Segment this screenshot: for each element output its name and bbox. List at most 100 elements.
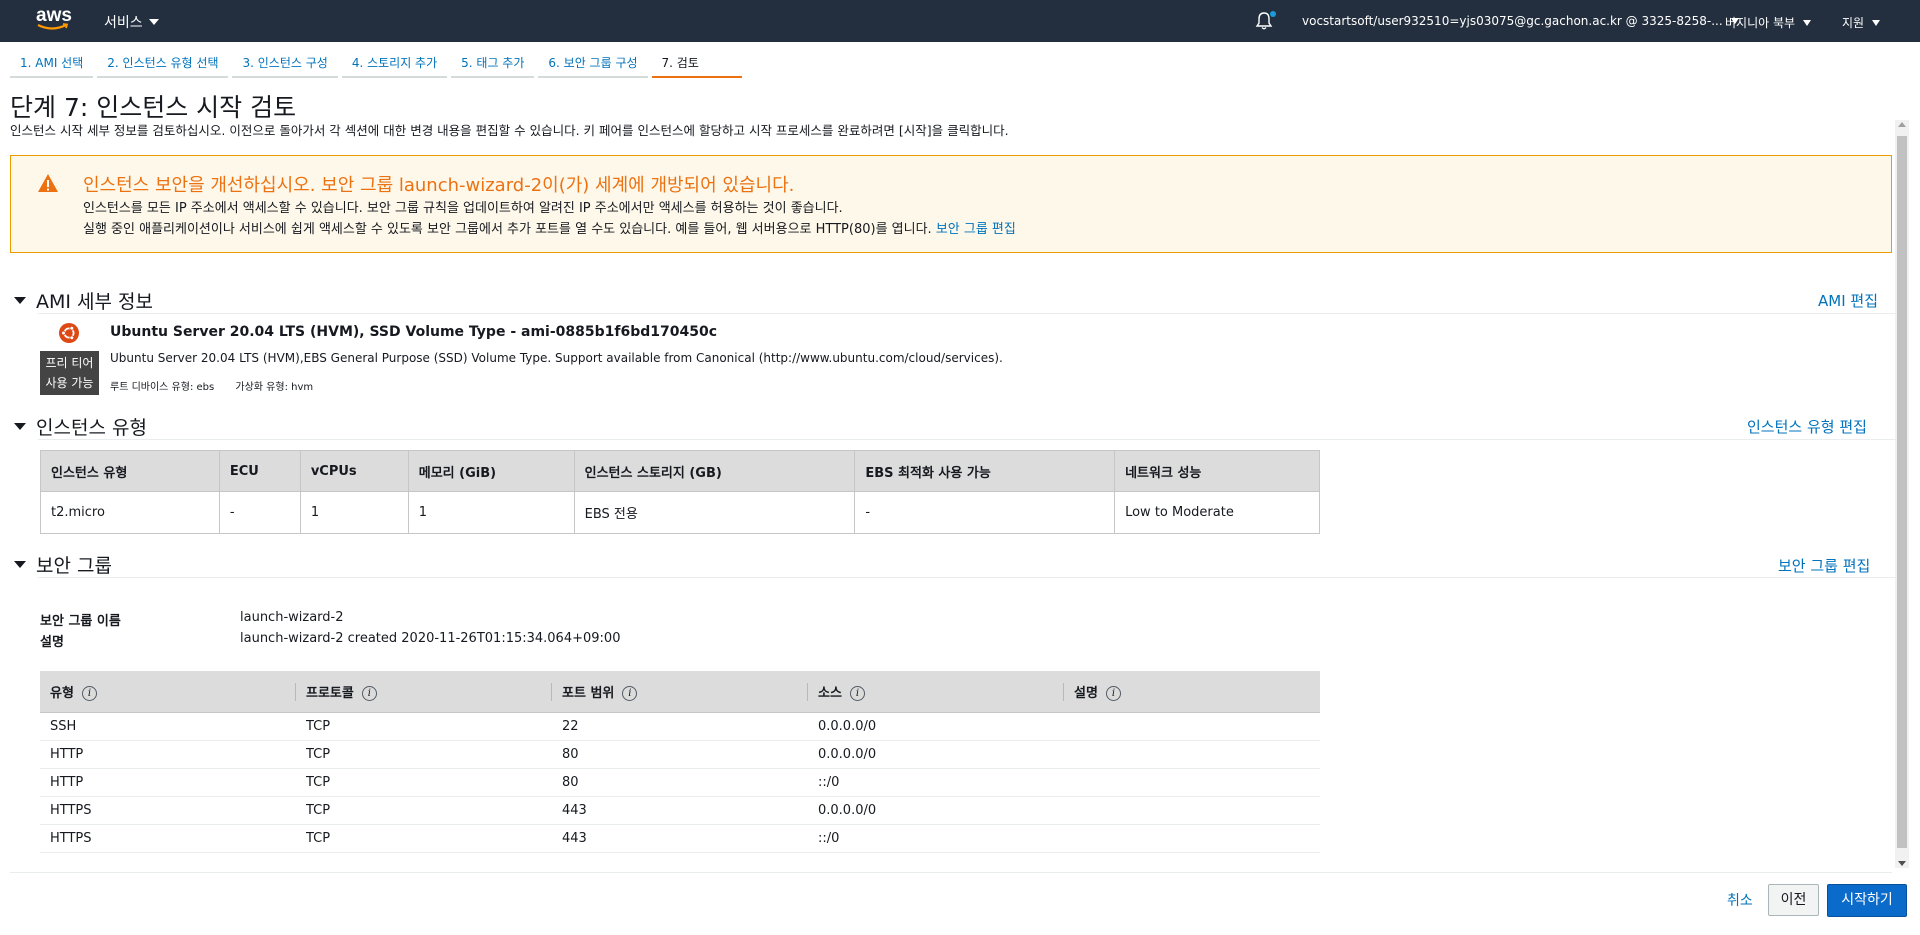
table-row: HTTP TCP 80 ::/0 — [40, 768, 1320, 797]
cell-vcpus: 1 — [299, 491, 409, 534]
ami-meta: 루트 디바이스 유형: ebs 가상화 유형: hvm — [110, 378, 331, 393]
info-icon[interactable]: i — [849, 685, 865, 701]
col-port-range: 포트 범위 i — [552, 671, 808, 713]
scroll-up-icon[interactable] — [1898, 122, 1906, 127]
services-menu[interactable]: 서비스 — [104, 12, 159, 32]
col-port-range-label: 포트 범위 — [562, 685, 615, 701]
region-label: 버지니아 북부 — [1725, 16, 1796, 30]
step-instance-type[interactable]: 2. 인스턴스 유형 선택 — [97, 48, 229, 78]
info-icon[interactable]: i — [361, 685, 377, 701]
region-menu[interactable]: 버지니아 북부 — [1725, 14, 1812, 31]
scroll-down-icon[interactable] — [1898, 861, 1906, 866]
cell-source: ::/0 — [808, 768, 1064, 797]
col-description-label: 설명 — [1074, 685, 1098, 701]
cell-description — [1064, 768, 1320, 797]
account-menu[interactable]: vocstartsoft/user932510=yjs03075@gc.gach… — [1302, 14, 1739, 28]
cell-port-range: 80 — [552, 740, 808, 769]
virtualization-type: 가상화 유형: hvm — [235, 382, 314, 393]
col-protocol-label: 프로토콜 — [306, 685, 354, 701]
col-memory: 메모리 (GiB) — [407, 450, 575, 492]
cell-description — [1064, 824, 1320, 853]
cell-type: HTTP — [40, 740, 296, 769]
cell-source: ::/0 — [808, 824, 1064, 853]
collapse-triangle-icon — [14, 422, 26, 430]
cell-port-range: 22 — [552, 712, 808, 741]
info-icon[interactable]: i — [1105, 685, 1121, 701]
table-header-row: 인스턴스 유형 ECU vCPUs 메모리 (GiB) 인스턴스 스토리지 (G… — [40, 450, 1320, 492]
cancel-button[interactable]: 취소 — [1727, 890, 1753, 910]
cell-protocol: TCP — [296, 768, 552, 797]
cell-type: SSH — [40, 712, 296, 741]
collapse-triangle-icon — [14, 296, 26, 304]
ubuntu-icon — [59, 323, 79, 343]
edit-security-group-link[interactable]: 보안 그룹 편집 — [936, 222, 1016, 237]
table-row: HTTP TCP 80 0.0.0.0/0 — [40, 740, 1320, 769]
cell-source: 0.0.0.0/0 — [808, 796, 1064, 825]
vertical-scrollbar[interactable] — [1895, 120, 1909, 868]
cell-ebs-optimized: - — [854, 491, 1116, 534]
col-ebs-optimized: EBS 최적화 사용 가능 — [854, 450, 1116, 492]
support-menu[interactable]: 지원 — [1842, 14, 1881, 31]
info-icon[interactable]: i — [622, 685, 638, 701]
launch-button[interactable]: 시작하기 — [1827, 884, 1907, 917]
divider — [38, 439, 1896, 440]
step-add-storage[interactable]: 4. 스토리지 추가 — [341, 48, 448, 78]
free-tier-line2: 사용 가능 — [45, 376, 94, 390]
instance-section-header[interactable]: 인스턴스 유형 — [14, 414, 147, 439]
cell-description — [1064, 796, 1320, 825]
instance-section-title: 인스턴스 유형 — [36, 416, 147, 439]
edit-ami-link[interactable]: AMI 편집 — [1818, 290, 1878, 311]
col-network-performance: 네트워크 성능 — [1114, 450, 1320, 492]
cell-protocol: TCP — [296, 796, 552, 825]
step-ami[interactable]: 1. AMI 선택 — [10, 48, 94, 78]
collapse-triangle-icon — [14, 560, 26, 568]
root-device-type: 루트 디바이스 유형: ebs — [110, 382, 215, 393]
security-rules-table: 유형 i 프로토콜 i 포트 범위 i 소스 i 설명 i SSH TCP 22 0.0.… — [40, 671, 1320, 853]
edit-security-group-section-link[interactable]: 보안 그룹 편집 — [1778, 555, 1870, 576]
col-source: 소스 i — [808, 671, 1064, 713]
warning-text-1: 인스턴스를 모든 IP 주소에서 액세스할 수 있습니다. 보안 그룹 규칙을 … — [83, 201, 843, 216]
table-row: HTTPS TCP 443 ::/0 — [40, 824, 1320, 853]
cell-type: HTTPS — [40, 824, 296, 853]
cell-network-performance: Low to Moderate — [1114, 491, 1320, 534]
step-security-group[interactable]: 6. 보안 그룹 구성 — [538, 48, 648, 78]
cell-port-range: 443 — [552, 824, 808, 853]
aws-logo[interactable]: aws — [36, 5, 72, 35]
cell-memory: 1 — [407, 491, 575, 534]
support-label: 지원 — [1842, 16, 1865, 30]
col-protocol: 프로토콜 i — [296, 671, 552, 713]
security-group-desc-label: 설명 — [40, 635, 64, 650]
edit-instance-type-link[interactable]: 인스턴스 유형 편집 — [1747, 416, 1867, 437]
cell-port-range: 80 — [552, 768, 808, 797]
security-section-header[interactable]: 보안 그룹 — [14, 552, 112, 577]
ami-section-header[interactable]: AMI 세부 정보 — [14, 288, 153, 313]
table-row: SSH TCP 22 0.0.0.0/0 — [40, 712, 1320, 741]
step-add-tags[interactable]: 5. 태그 추가 — [451, 48, 535, 78]
instance-type-table: 인스턴스 유형 ECU vCPUs 메모리 (GiB) 인스턴스 스토리지 (G… — [40, 450, 1320, 534]
chevron-down-icon — [1872, 19, 1881, 26]
ami-name: Ubuntu Server 20.04 LTS (HVM), SSD Volum… — [110, 324, 718, 340]
page-description: 인스턴스 시작 세부 정보를 검토하십시오. 이전으로 돌아가서 각 섹션에 대… — [10, 123, 1009, 138]
info-icon[interactable]: i — [81, 685, 97, 701]
step-review[interactable]: 7. 검토 — [651, 48, 742, 78]
warning-icon — [38, 174, 58, 192]
col-ecu: ECU — [218, 450, 301, 492]
chevron-down-icon — [1803, 19, 1812, 26]
cell-type: HTTP — [40, 768, 296, 797]
warning-title: 인스턴스 보안을 개선하십시오. 보안 그룹 launch-wizard-2이(… — [83, 175, 795, 196]
warning-text-2: 실행 중인 애플리케이션이나 서비스에 쉽게 액세스할 수 있도록 보안 그룹에… — [83, 218, 1016, 237]
page-title: 단계 7: 인스턴스 시작 검토 — [10, 93, 297, 122]
col-instance-type: 인스턴스 유형 — [40, 450, 220, 492]
col-type: 유형 i — [40, 671, 296, 713]
footer-divider — [10, 872, 1892, 873]
security-group-name-value: launch-wizard-2 — [240, 610, 344, 625]
cell-protocol: TCP — [296, 824, 552, 853]
ami-section-title: AMI 세부 정보 — [36, 290, 153, 313]
scroll-thumb[interactable] — [1897, 136, 1907, 848]
step-configure-instance[interactable]: 3. 인스턴스 구성 — [232, 48, 338, 78]
aws-logo-text: aws — [36, 5, 72, 26]
cell-source: 0.0.0.0/0 — [808, 740, 1064, 769]
cell-protocol: TCP — [296, 712, 552, 741]
security-section-title: 보안 그룹 — [36, 554, 112, 577]
previous-button[interactable]: 이전 — [1768, 884, 1819, 916]
